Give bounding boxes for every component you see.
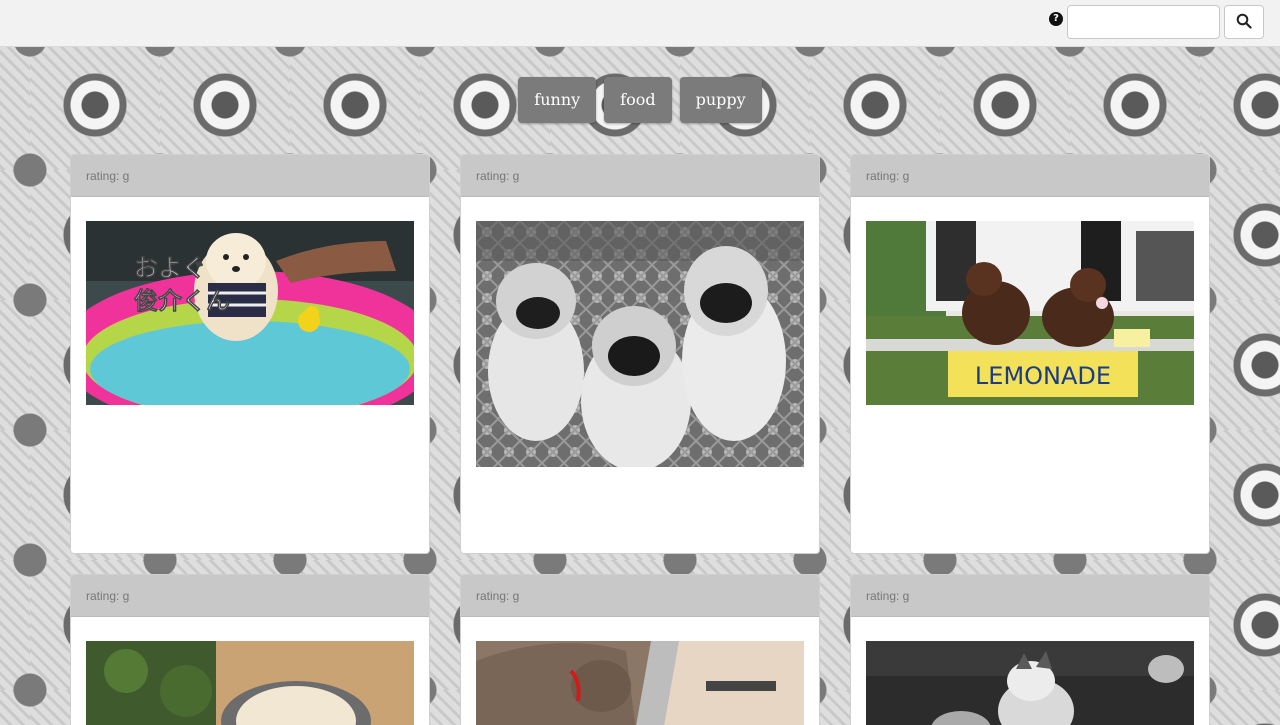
pitbull-image[interactable] [476, 641, 804, 725]
card-rating: rating: g [461, 155, 819, 197]
gif-card: rating: g [850, 574, 1210, 725]
search-icon [1236, 13, 1252, 32]
dog-in-bowl-image[interactable] [86, 641, 414, 725]
search-input[interactable] [1067, 5, 1220, 39]
search-button[interactable] [1224, 5, 1264, 39]
tag-bar: funny food puppy [0, 77, 1280, 123]
pomeranian-pool-image[interactable]: およぐ 俊介くん [86, 221, 414, 405]
gif-card: rating: g LEMONADE [850, 154, 1210, 554]
three-pugs-image[interactable] [476, 221, 804, 467]
help-icon[interactable]: ? [1049, 12, 1063, 26]
gif-card: rating: g [460, 574, 820, 725]
card-rating: rating: g [851, 575, 1209, 617]
husky-puppy-image[interactable] [866, 641, 1194, 725]
tag-puppy[interactable]: puppy [679, 77, 762, 123]
svg-text:俊介くん: 俊介くん [134, 287, 230, 315]
gif-card: rating: g [70, 574, 430, 725]
gif-card: rating: g およぐ 俊介くん [70, 154, 430, 554]
tag-food[interactable]: food [604, 77, 672, 123]
svg-text:およぐ: およぐ [134, 254, 206, 282]
top-navbar: ? [0, 0, 1280, 47]
card-rating: rating: g [461, 575, 819, 617]
svg-text:LEMONADE: LEMONADE [975, 362, 1111, 390]
card-rating: rating: g [71, 575, 429, 617]
card-rating: rating: g [851, 155, 1209, 197]
card-rating: rating: g [71, 155, 429, 197]
tag-funny[interactable]: funny [518, 77, 597, 123]
gif-card: rating: g [460, 154, 820, 554]
dachshunds-lemonade-image[interactable]: LEMONADE [866, 221, 1194, 405]
